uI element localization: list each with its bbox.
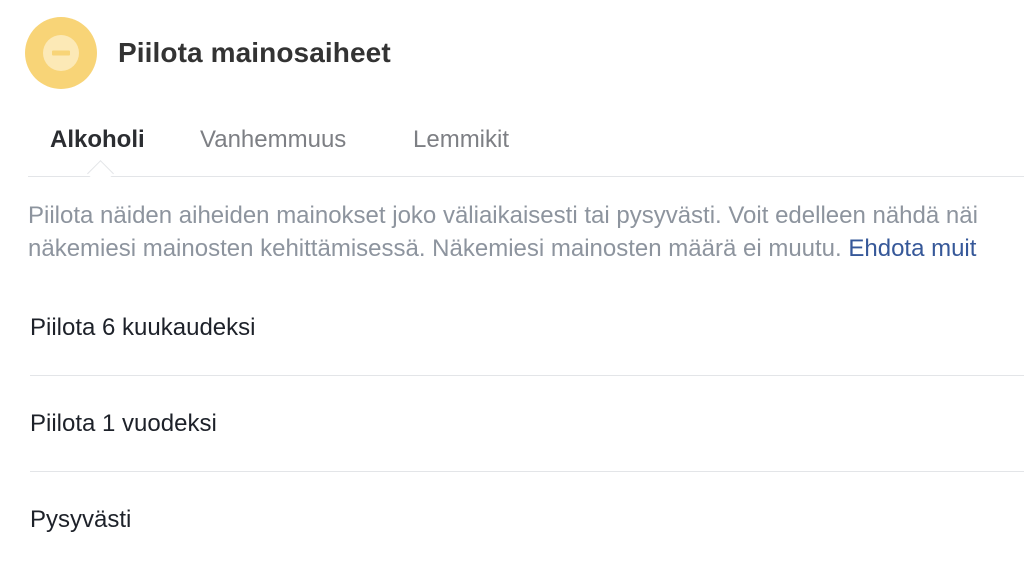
hide-duration-options: Piilota 6 kuukaudeksi Piilota 1 vuodeksi… (30, 280, 1024, 567)
panel-title: Piilota mainosaiheet (118, 37, 391, 68)
hide-icon-inner (43, 35, 79, 71)
hide-ad-topics-panel: Piilota mainosaiheet Alkoholi Vanhemmuus… (0, 0, 1024, 576)
active-tab-indicator (87, 160, 114, 187)
topic-tabs: Alkoholi Vanhemmuus Lemmikit (28, 118, 1024, 187)
option-hide-1-year[interactable]: Piilota 1 vuodeksi (30, 376, 1024, 472)
tab-vanhemmuus[interactable]: Vanhemmuus (200, 126, 346, 154)
minus-icon (52, 50, 70, 56)
panel-header: Piilota mainosaiheet (25, 17, 391, 89)
option-label: Piilota 6 kuukaudeksi (30, 313, 256, 341)
option-label: Pysyvästi (30, 505, 132, 533)
suggest-other-link[interactable]: Ehdota muit (848, 235, 976, 262)
description-line-2: näkemiesi mainosten kehittämisessä. Näke… (28, 232, 1024, 265)
option-label: Piilota 1 vuodeksi (30, 409, 217, 437)
description-line-1: Piilota näiden aiheiden mainokset joko v… (28, 202, 978, 229)
description-line-2-text: näkemiesi mainosten kehittämisessä. Näke… (28, 235, 849, 262)
option-hide-6-months[interactable]: Piilota 6 kuukaudeksi (30, 280, 1024, 376)
description-text: Piilota näiden aiheiden mainokset joko v… (28, 199, 1024, 265)
tab-lemmikit[interactable]: Lemmikit (413, 126, 509, 154)
option-hide-permanently[interactable]: Pysyvästi (30, 472, 1024, 567)
tab-alkoholi[interactable]: Alkoholi (50, 126, 145, 154)
hide-circle-icon (25, 17, 97, 89)
